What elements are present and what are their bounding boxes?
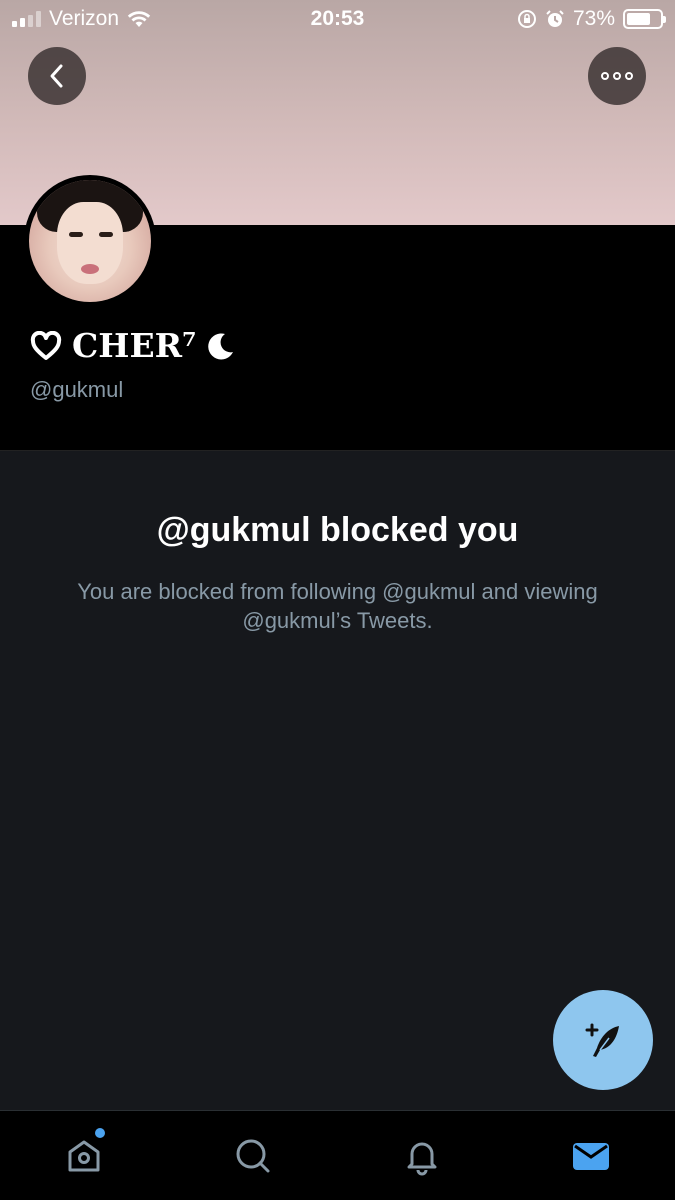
avatar[interactable] xyxy=(24,175,156,307)
avatar-photo xyxy=(29,180,151,302)
blocked-description: You are blocked from following @gukmul a… xyxy=(77,579,598,633)
battery-percent: 73% xyxy=(572,7,615,30)
carrier-label: Verizon xyxy=(49,7,120,30)
compose-tweet-button[interactable] xyxy=(553,990,653,1090)
heart-outline-icon xyxy=(30,330,62,360)
chevron-left-icon xyxy=(50,64,63,88)
blocked-title: @gukmul blocked you xyxy=(156,511,519,549)
status-bar: Verizon 20:53 73% xyxy=(0,0,675,38)
home-badge-dot xyxy=(95,1128,105,1138)
cellular-signal-icon xyxy=(12,11,41,27)
status-right: 73% xyxy=(517,7,666,31)
crescent-moon-icon xyxy=(208,332,234,359)
battery-icon xyxy=(623,9,666,29)
more-options-button[interactable] xyxy=(588,47,646,105)
display-name: CHER⁷ xyxy=(30,326,236,365)
profile-handle: @gukmul xyxy=(30,377,124,402)
compose-feather-icon xyxy=(585,1023,619,1057)
mail-icon xyxy=(572,1142,609,1170)
tab-home[interactable] xyxy=(0,1111,169,1200)
orientation-lock-icon xyxy=(517,10,536,28)
tab-search[interactable] xyxy=(169,1111,338,1200)
battery-level xyxy=(627,13,651,25)
search-icon xyxy=(236,1139,270,1172)
tab-messages[interactable] xyxy=(506,1111,675,1200)
wifi-icon xyxy=(127,11,151,27)
status-left: Verizon xyxy=(12,7,151,31)
bottom-tab-bar xyxy=(0,1110,675,1200)
tab-notifications[interactable] xyxy=(338,1111,507,1200)
bell-icon xyxy=(407,1142,437,1175)
more-dots-icon xyxy=(601,72,633,80)
display-name-text: CHER⁷ xyxy=(72,326,197,365)
alarm-icon xyxy=(546,10,564,27)
back-button[interactable] xyxy=(28,47,86,105)
home-icon xyxy=(68,1140,100,1171)
